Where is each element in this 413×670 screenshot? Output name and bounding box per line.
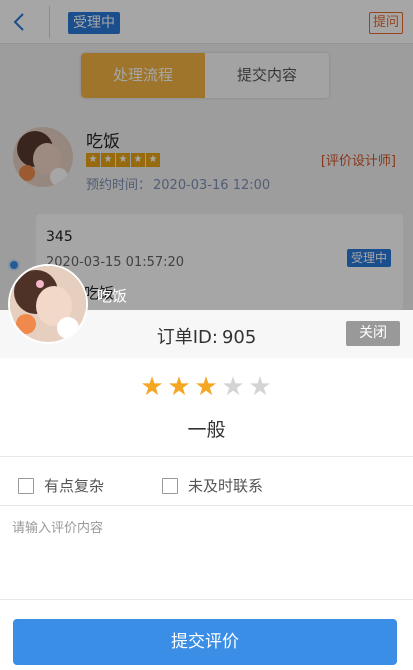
order-id-value: 905	[221, 327, 257, 348]
sheet-avatar-name: 吃饭	[97, 287, 128, 305]
comment-input[interactable]	[12, 517, 401, 597]
rating-sheet: 订单ID:905 关闭 ★★★★★ 一般 有点复杂 未及时联系 提交评价	[0, 310, 413, 670]
star-icon[interactable]: ★	[193, 372, 220, 402]
close-button[interactable]: 关闭	[346, 321, 400, 346]
checkbox[interactable]	[162, 477, 178, 494]
option-label: 有点复杂	[44, 477, 105, 495]
option-not-contacted[interactable]: 未及时联系	[162, 475, 263, 496]
divider	[0, 505, 413, 506]
star-icon[interactable]: ★	[139, 372, 166, 402]
star-icon[interactable]: ★	[220, 372, 247, 402]
submit-rating-button[interactable]: 提交评价	[13, 619, 397, 665]
order-id-label: 订单ID:	[156, 327, 218, 348]
checkbox[interactable]	[18, 477, 34, 494]
star-icon[interactable]: ★	[166, 372, 193, 402]
rating-text: 一般	[187, 419, 226, 441]
divider	[0, 599, 413, 600]
option-label: 未及时联系	[188, 477, 264, 495]
divider	[0, 456, 413, 457]
option-too-complex[interactable]: 有点复杂	[18, 475, 104, 496]
star-icon[interactable]: ★	[247, 372, 274, 402]
designer-avatar-large	[8, 264, 88, 344]
rating-stars: ★ ★ ★ ★ ★	[0, 372, 413, 402]
